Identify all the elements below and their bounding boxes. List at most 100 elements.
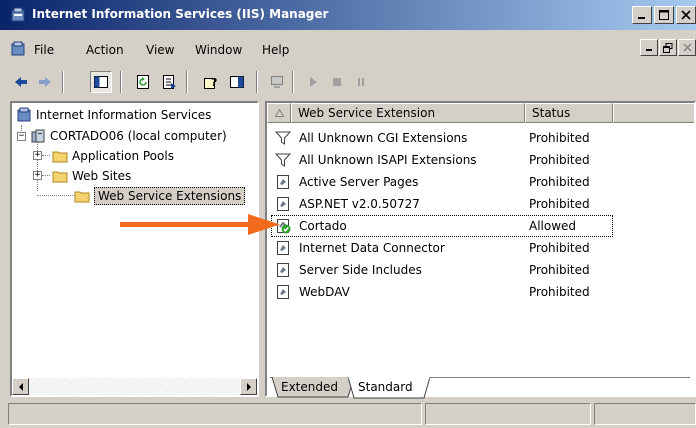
tree-item-web-sites[interactable]: Web Sites [52,166,131,186]
title-bar[interactable]: Internet Information Services (IIS) Mana… [0,0,696,30]
minimize-button[interactable] [632,6,652,24]
list-item[interactable]: Internet Data Connector Prohibited [267,237,694,259]
console-tree[interactable]: Internet Information Services − CORTADO0… [10,101,259,397]
list-item[interactable]: WebDAV Prohibited [267,281,694,303]
folder-icon [52,171,68,183]
menu-view[interactable]: View [146,43,174,57]
menu-file[interactable]: File [34,43,54,57]
tree-item-computer-label: CORTADO06 (local computer) [50,129,227,143]
extension-icon [277,263,289,277]
sort-up-icon [275,109,284,117]
tree-connector [42,175,50,176]
tree-item-label: Application Pools [72,149,174,163]
restore-icon [663,42,673,53]
computer-icon [271,76,283,88]
toolbar-separator [186,71,188,93]
maximize-icon [659,10,669,20]
annotation-arrow-icon [120,214,280,235]
column-header-status[interactable]: Status [525,103,613,123]
computer-button[interactable] [266,71,288,93]
window-title: Internet Information Services (IIS) Mana… [32,7,329,21]
tab-extended[interactable]: Extended [281,377,338,397]
extension-status: Allowed [529,219,577,233]
child-minimize-button[interactable] [640,39,658,56]
extension-icon [277,285,289,299]
filter-icon [275,153,291,167]
expand-button[interactable]: + [33,171,42,180]
close-button[interactable] [676,6,696,24]
status-bar [0,400,696,428]
tree-item-web-service-extensions[interactable]: Web Service Extensions [74,186,246,206]
extension-status: Prohibited [529,263,590,277]
toolbar-separator [256,71,258,93]
pause-icon [358,78,364,86]
extension-name: Internet Data Connector [299,241,445,255]
forward-button[interactable] [34,71,56,93]
export-list-icon [163,75,176,89]
toolbar-separator [120,71,122,93]
help-button[interactable]: ? [200,71,222,93]
expand-button[interactable]: + [33,151,42,160]
list-item-selected[interactable]: Cortado Allowed [271,215,613,237]
list-item[interactable]: All Unknown CGI Extensions Prohibited [267,127,694,149]
svg-text:?: ? [211,76,217,89]
refresh-icon [137,75,149,89]
start-button[interactable] [302,71,324,93]
list-item[interactable]: ASP.NET v2.0.50727 Prohibited [267,193,694,215]
child-close-button[interactable] [678,39,696,56]
menu-action[interactable]: Action [86,43,124,57]
extension-name: Active Server Pages [299,175,419,189]
console-document-icon[interactable] [10,41,26,57]
pause-button[interactable] [350,71,372,93]
column-header-extension[interactable]: Web Service Extension [291,103,525,123]
maximize-button[interactable] [654,6,674,24]
show-hide-console-tree-button[interactable] [90,71,112,93]
extension-name: All Unknown ISAPI Extensions [299,153,477,167]
scroll-right-button[interactable] [240,378,257,395]
refresh-button[interactable] [132,71,154,93]
collapse-button[interactable]: − [17,132,26,141]
tree-connector [37,139,38,191]
stop-button[interactable] [326,71,348,93]
list-item[interactable]: Server Side Includes Prohibited [267,259,694,281]
scroll-left-button[interactable] [12,378,29,395]
extension-icon [277,175,289,189]
tree-item-computer[interactable]: CORTADO06 (local computer) [30,126,227,146]
show-action-pane-icon [230,76,244,88]
close-icon [681,10,691,20]
tree-root[interactable]: Internet Information Services [16,105,211,125]
tree-connector [42,155,50,156]
menu-window[interactable]: Window [195,43,242,57]
column-header-empty[interactable] [613,103,694,123]
tree-item-application-pools[interactable]: Application Pools [52,146,174,166]
list-item[interactable]: Active Server Pages Prohibited [267,171,694,193]
show-hide-console-tree-icon [94,76,108,88]
extension-name: WebDAV [299,285,350,299]
back-button[interactable] [10,71,32,93]
tab-standard[interactable]: Standard [358,377,413,397]
extension-status: Prohibited [529,153,590,167]
child-restore-button[interactable] [659,39,677,56]
iis-icon [17,107,31,122]
play-icon [310,77,317,87]
tree-item-label: Web Sites [72,169,132,183]
sort-column-header[interactable] [267,103,291,123]
left-arrow-icon [18,382,23,391]
extension-name: Cortado [299,219,347,233]
filter-icon [275,131,291,145]
scroll-track[interactable] [29,378,240,395]
extension-icon [277,197,289,211]
status-panel-tertiary [594,403,696,425]
show-action-pane-button[interactable] [226,71,248,93]
stop-icon [333,78,341,86]
list-item[interactable]: All Unknown ISAPI Extensions Prohibited [267,149,694,171]
export-list-button[interactable] [158,71,180,93]
menu-help[interactable]: Help [262,43,289,57]
tree-item-label: Web Service Extensions [94,187,246,205]
details-list[interactable]: Web Service Extension Status All Unknown… [265,101,696,397]
extension-status: Prohibited [529,131,590,145]
horizontal-scrollbar[interactable] [12,378,257,395]
minimize-icon [638,17,645,19]
toolbar-separator [292,71,294,93]
toolbar-separator [62,71,64,93]
